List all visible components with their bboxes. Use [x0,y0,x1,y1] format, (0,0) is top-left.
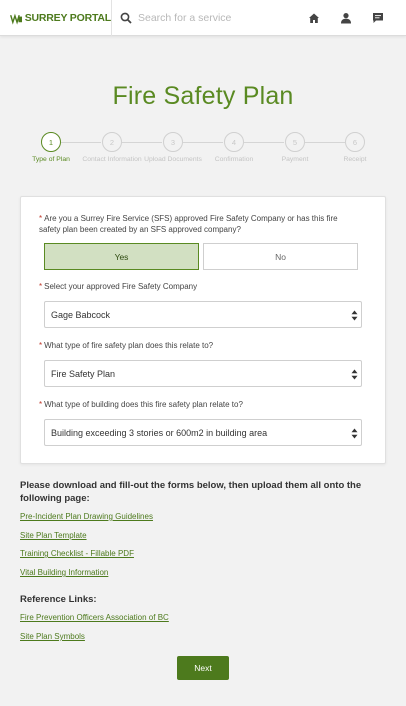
user-icon [341,12,351,23]
site-plan-symbols-link[interactable]: Site Plan Symbols [20,632,85,641]
header-actions [298,0,406,36]
home-button[interactable] [298,0,330,36]
required-marker: * [39,341,43,350]
profile-button[interactable] [330,0,362,36]
step-label: Payment [281,156,309,163]
selected-value: Building exceeding 3 stories or 600m2 in… [51,427,268,438]
progress-stepper: 1 Type of Plan 2 Contact Information 3 U… [0,132,406,176]
training-checklist-link[interactable]: Training Checklist - Fillable PDF [20,549,134,558]
step-confirmation: 4 Confirmation [204,132,264,165]
step-label: Type of Plan [32,156,70,163]
logo-text: SURREY PORTAL [24,11,111,24]
plan-type-select[interactable]: Fire Safety Plan [44,360,362,387]
surrey-portal-logo[interactable]: SURREY PORTAL [0,0,112,36]
step-number: 4 [224,132,244,152]
messages-button[interactable] [362,0,394,36]
search-input[interactable] [138,11,298,24]
question-text: What type of fire safety plan does this … [44,341,214,350]
question-text: Select your approved Fire Safety Company [44,282,198,291]
step-type-of-plan: 1 Type of Plan [21,132,81,165]
step-upload-documents: 3 Upload Documents [143,132,203,165]
step-label: Receipt [343,156,367,163]
step-number: 1 [41,132,61,152]
required-marker: * [39,282,43,291]
building-type-select[interactable]: Building exceeding 3 stories or 600m2 in… [44,419,362,446]
fire-safety-company-question: * Select your approved Fire Safety Compan… [39,281,359,292]
sort-caret-icon [351,369,358,380]
home-icon [309,13,319,23]
next-button[interactable]: Next [177,656,229,680]
download-instructions: Please download and fill-out the forms b… [20,480,362,504]
messages-icon [373,12,383,23]
step-label: Upload Documents [144,156,202,163]
step-number: 5 [285,132,305,152]
building-type-question: * What type of building does this fire sa… [39,399,359,410]
fire-safety-company-select[interactable]: Gage Babcock [44,301,362,328]
fire-prevention-officers-link[interactable]: Fire Prevention Officers Association of … [20,613,169,622]
no-button[interactable]: No [203,243,358,270]
top-navigation-bar: SURREY PORTAL [0,0,406,36]
page-title: Fire Safety Plan [112,82,294,110]
selected-value: Fire Safety Plan [51,368,116,379]
question-text: Are you a Surrey Fire Service (SFS) appr… [39,214,338,234]
step-label: Contact Information [82,156,142,163]
plan-type-form-card: * Are you a Surrey Fire Service (SFS) app… [20,196,386,464]
required-marker: * [39,214,43,223]
step-number: 6 [345,132,365,152]
question-text: What type of building does this fire saf… [44,400,243,409]
search-icon [120,12,132,24]
step-number: 3 [163,132,183,152]
sfs-approved-question: * Are you a Surrey Fire Service (SFS) app… [39,213,359,235]
selected-value: Gage Babcock [51,309,111,320]
plan-type-question: * What type of fire safety plan does this… [39,340,359,351]
pre-incident-plan-guidelines-link[interactable]: Pre-Incident Plan Drawing Guidelines [20,512,153,521]
reference-links-heading: Reference Links: [20,594,97,605]
step-receipt: 6 Receipt [325,132,385,165]
sort-caret-icon [351,310,358,321]
search-bar[interactable] [112,0,298,36]
step-contact-information: 2 Contact Information [82,132,142,165]
step-label: Confirmation [214,156,254,163]
required-marker: * [39,400,43,409]
step-number: 2 [102,132,122,152]
sort-caret-icon [351,428,358,439]
yes-button[interactable]: Yes [44,243,199,270]
site-plan-template-link[interactable]: Site Plan Template [20,531,87,540]
step-payment: 5 Payment [265,132,325,165]
vital-building-information-link[interactable]: Vital Building Information [20,568,108,577]
surrey-logo-icon [10,13,23,25]
